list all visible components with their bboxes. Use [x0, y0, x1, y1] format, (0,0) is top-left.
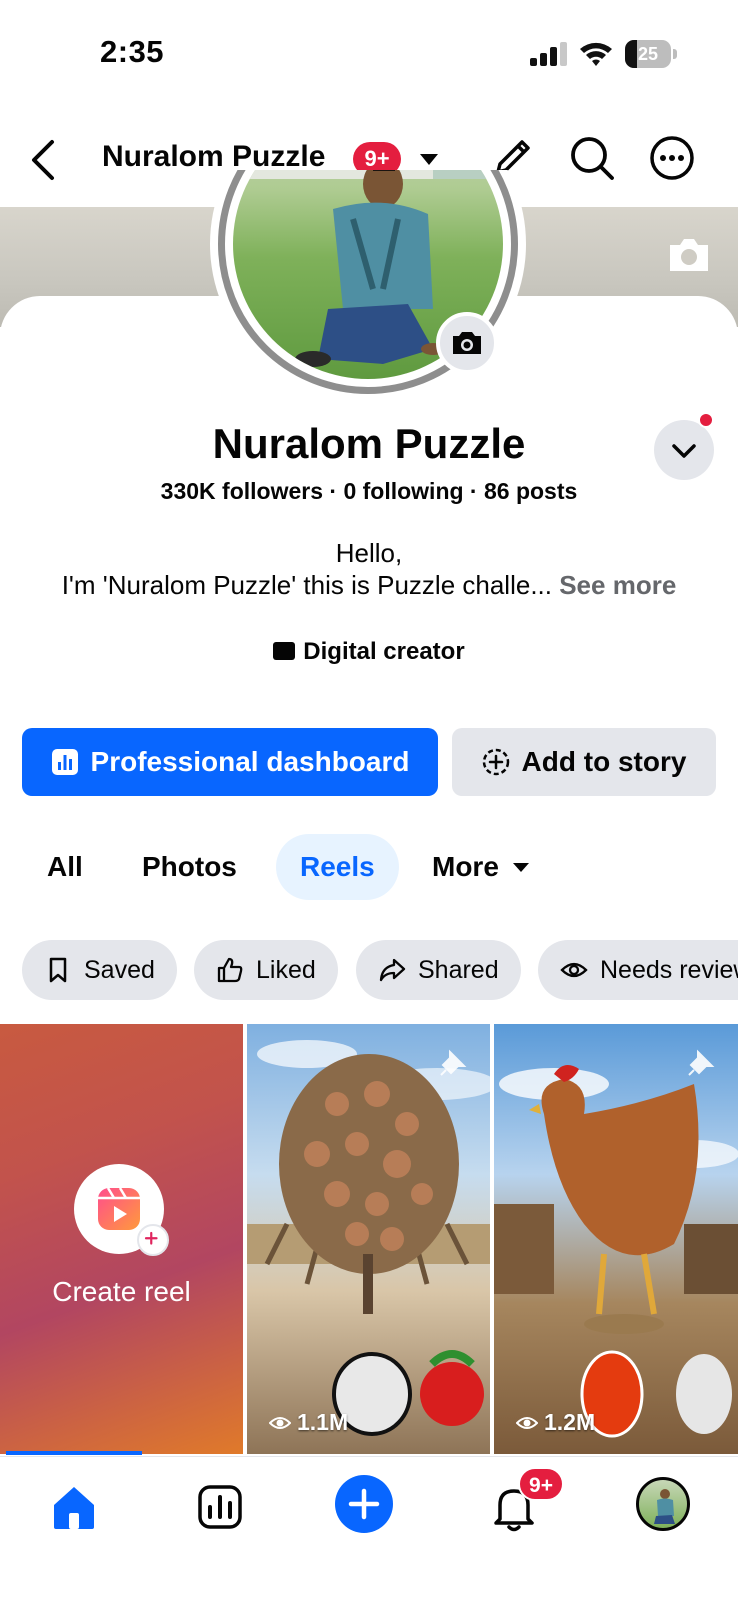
wifi-icon: [580, 42, 612, 66]
views-label: 1.2M: [544, 1409, 596, 1435]
bio-text: I'm 'Nuralom Puzzle' this is Puzzle chal…: [61, 570, 552, 600]
reel-thumbnail[interactable]: 1.2M: [494, 1024, 738, 1454]
reels-grid: Create reel 1.1M 1.2M: [0, 1024, 738, 1454]
chip-label: Saved: [84, 955, 155, 984]
see-more-link[interactable]: See more: [559, 570, 676, 600]
more-options-icon[interactable]: [646, 132, 698, 184]
cellular-signal-icon: [530, 42, 567, 66]
create-reel-label: Create reel: [52, 1276, 191, 1307]
tab-photos[interactable]: Photos: [142, 834, 237, 900]
tab-all[interactable]: All: [47, 834, 83, 900]
reel-image-tree: [247, 1040, 490, 1436]
caret-down-icon[interactable]: [418, 148, 440, 170]
back-icon[interactable]: [22, 134, 66, 186]
filter-chip-shared[interactable]: Shared: [356, 940, 521, 1000]
home-tab-indicator: [6, 1451, 142, 1455]
professional-dashboard-button[interactable]: Professional dashboard: [22, 728, 438, 796]
avatar-thumbnail: [654, 1489, 675, 1524]
dashboard-label: Professional dashboard: [90, 746, 410, 777]
status-bar: 2:35 25: [0, 0, 738, 100]
story-label: Add to story: [521, 746, 687, 777]
tab-reels[interactable]: Reels: [276, 834, 399, 900]
profile-name: Nuralom Puzzle: [212, 420, 526, 467]
filter-chip-saved[interactable]: Saved: [22, 940, 177, 1000]
reel-image-hen: [494, 1065, 738, 1438]
bottom-navigation: 9+: [0, 1456, 738, 1600]
profile-category: Digital creator: [0, 638, 738, 666]
search-icon[interactable]: [566, 132, 618, 184]
filter-chip-needs-review[interactable]: Needs review: [538, 940, 738, 1000]
battery-level: 25: [637, 44, 659, 64]
profile-stats[interactable]: 330K followers · 0 following · 86 posts: [0, 478, 738, 505]
pin-icon: [688, 1049, 715, 1076]
reel-view-count: 1.1M: [269, 1409, 348, 1436]
camera-icon: [453, 332, 481, 354]
tab-more-label: More: [432, 851, 499, 882]
reel-thumbnail[interactable]: 1.1M: [247, 1024, 490, 1454]
battery-icon: 25: [625, 40, 677, 68]
add-to-story-button[interactable]: Add to story: [452, 728, 716, 796]
cover-camera-icon[interactable]: [666, 235, 712, 275]
profile-avatar-tab[interactable]: [636, 1477, 690, 1531]
notification-dot: [698, 412, 714, 428]
add-story-icon: [482, 748, 509, 776]
create-reel-tile[interactable]: Create reel: [0, 1024, 243, 1454]
reel-view-count: 1.2M: [516, 1409, 595, 1436]
views-label: 1.1M: [297, 1409, 349, 1435]
chip-label: Shared: [418, 955, 499, 984]
home-icon[interactable]: [46, 1479, 102, 1535]
caret-down-icon: [512, 863, 529, 872]
plus-icon: [137, 1224, 169, 1256]
eye-icon: [560, 962, 588, 978]
bookmark-icon: [49, 957, 67, 983]
share-icon: [379, 958, 406, 982]
dashboard-icon[interactable]: [192, 1479, 248, 1535]
filter-chip-liked[interactable]: Liked: [194, 940, 338, 1000]
eye-icon: [269, 1416, 291, 1429]
header-title[interactable]: Nuralom Puzzle: [102, 140, 325, 174]
dashboard-chart-icon: [51, 749, 78, 775]
tab-more[interactable]: More: [432, 834, 531, 900]
category-label: Digital creator: [303, 638, 465, 665]
status-time: 2:35: [100, 34, 165, 69]
pin-icon: [440, 1049, 467, 1076]
eye-icon: [516, 1416, 538, 1429]
expand-profile-button[interactable]: [654, 420, 714, 480]
chip-label: Liked: [256, 955, 316, 984]
avatar-camera-button[interactable]: [436, 312, 498, 374]
bio-line-1: Hello,: [335, 538, 403, 568]
chip-label: Needs review: [600, 955, 738, 984]
chevron-down-icon: [672, 444, 696, 458]
category-icon: [273, 642, 296, 660]
create-post-icon[interactable]: [333, 1473, 395, 1535]
thumbs-up-icon: [217, 957, 243, 983]
notifications-badge: 9+: [518, 1467, 564, 1501]
bio-line-2: I'm 'Nuralom Puzzle' this is Puzzle chal…: [0, 570, 738, 601]
